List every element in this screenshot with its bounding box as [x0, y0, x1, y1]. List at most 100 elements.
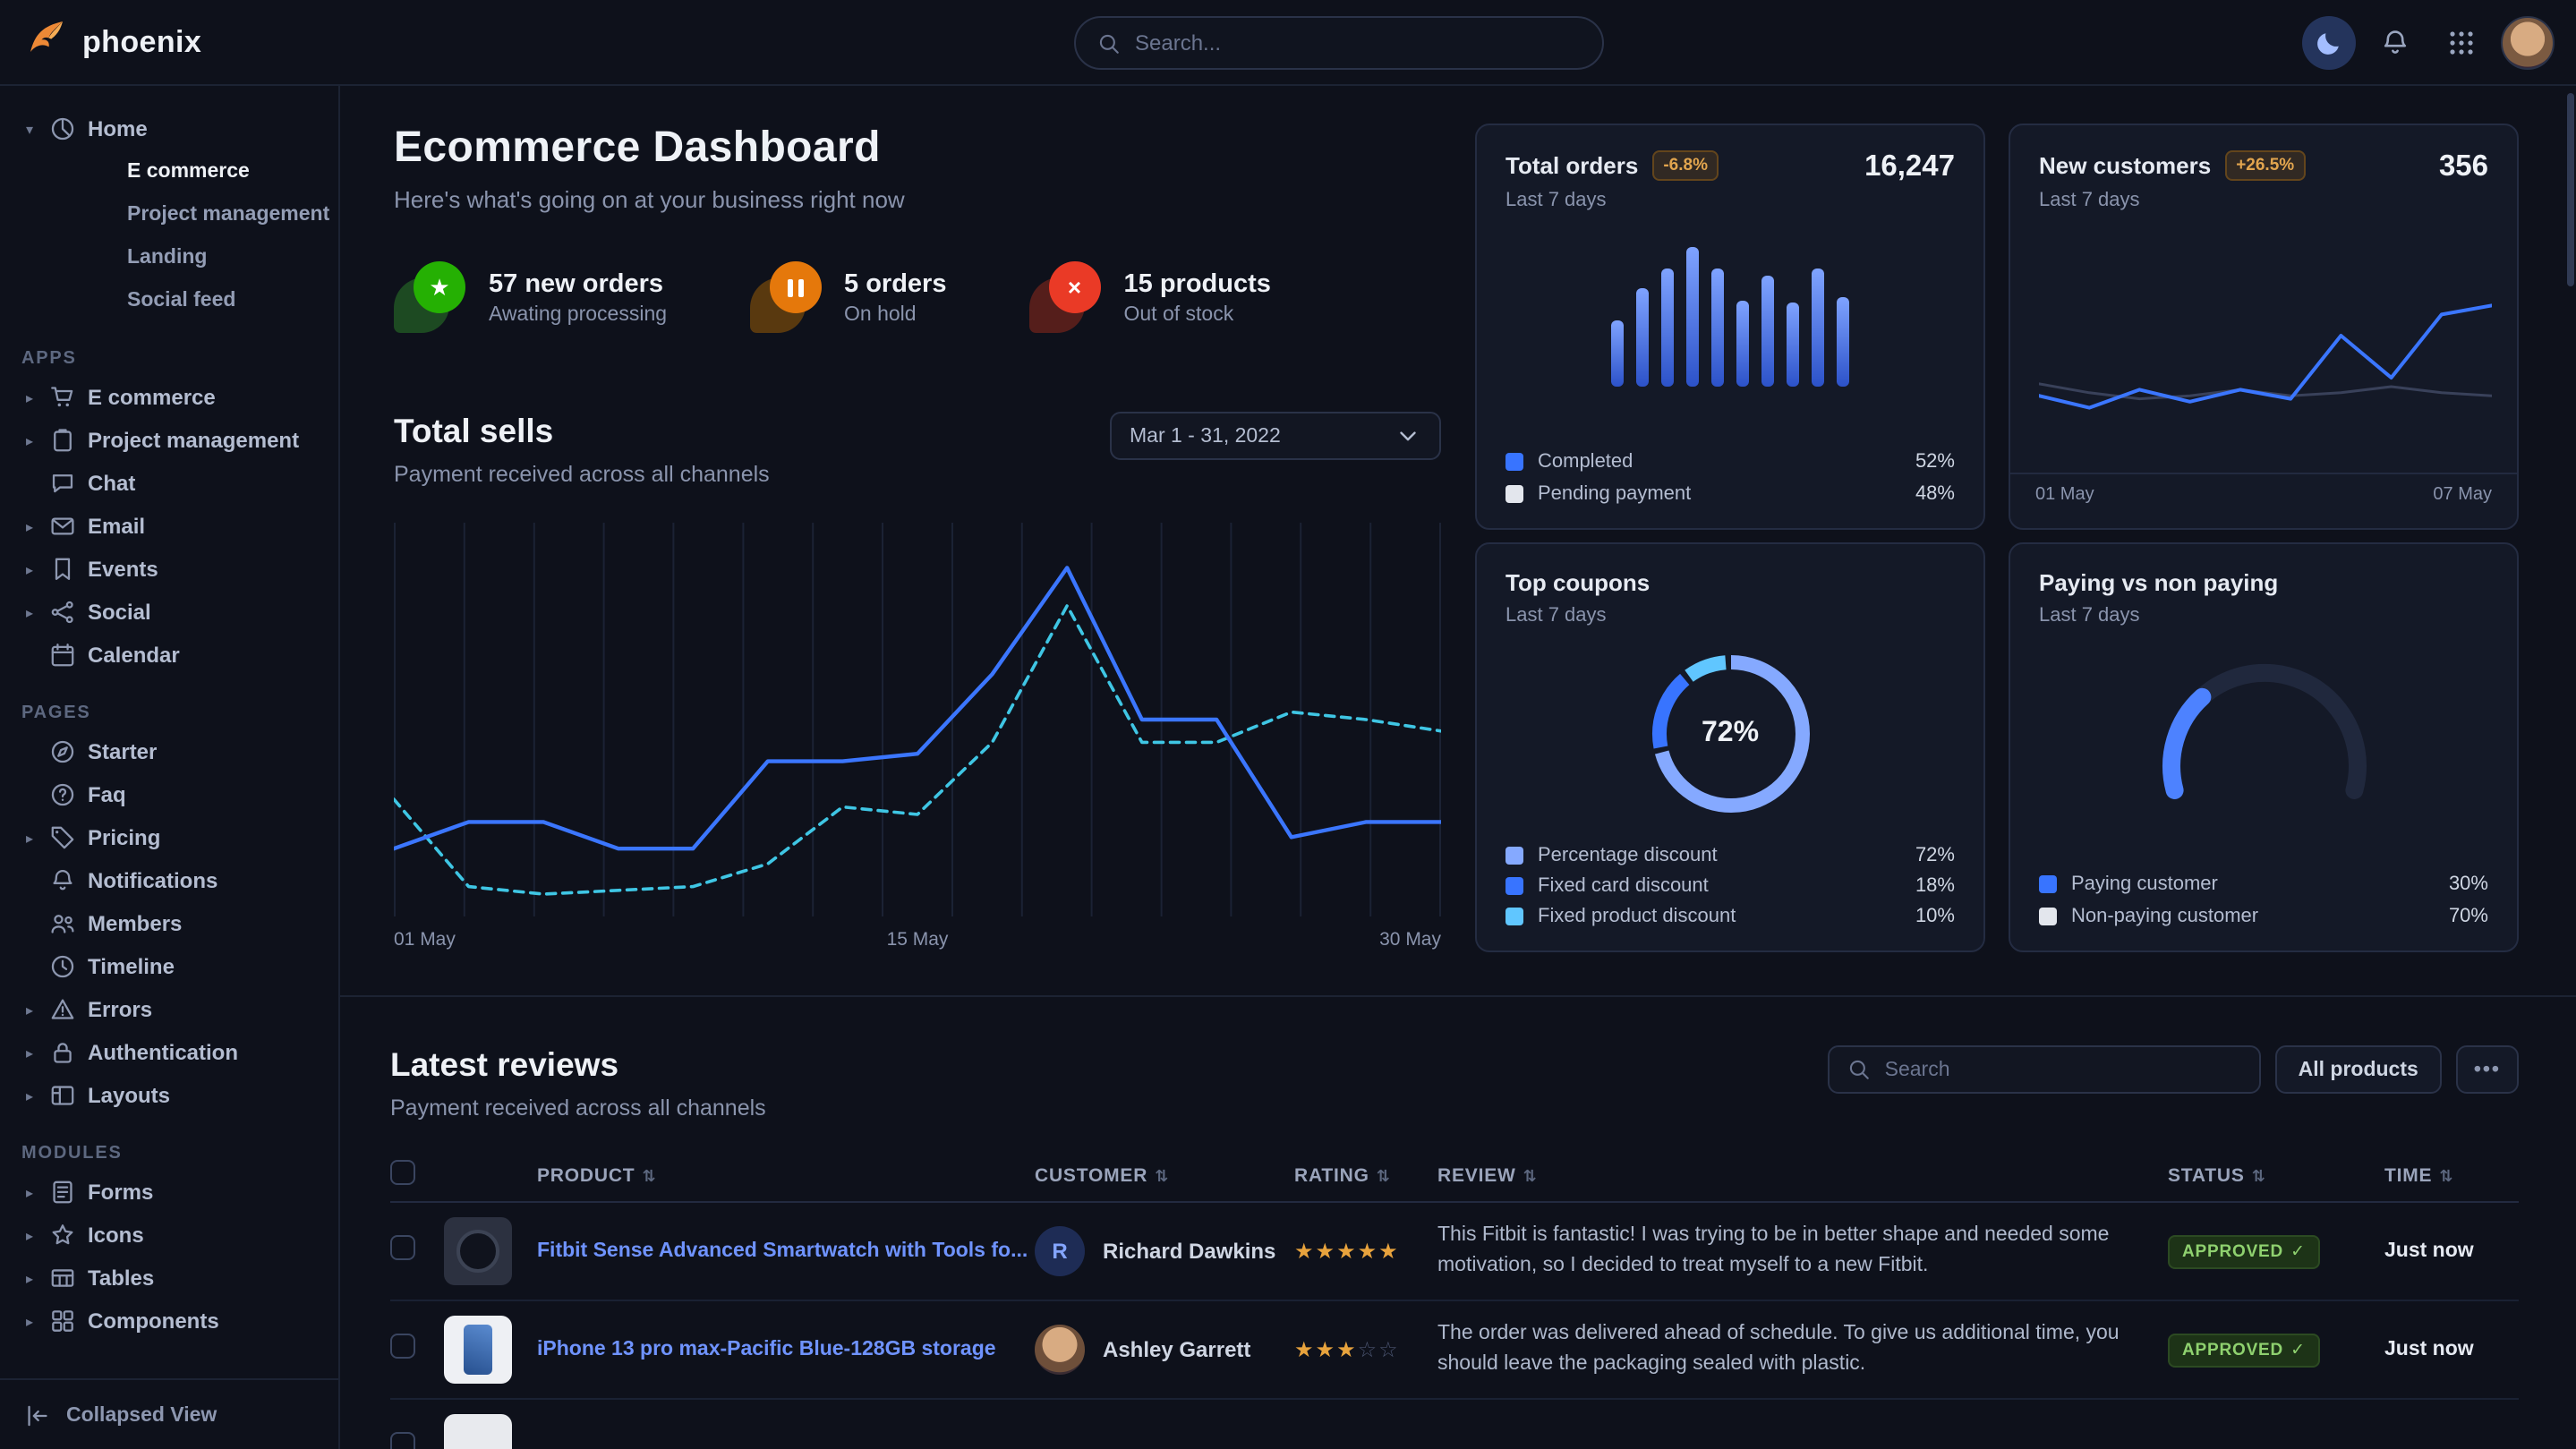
collapse-view-toggle[interactable]: Collapsed View — [0, 1378, 338, 1449]
card-head: Paying vs non paying Last 7 days — [2039, 569, 2488, 626]
legend-completed: Completed52% — [1506, 451, 1955, 473]
bar — [1636, 288, 1649, 387]
row-checkbox[interactable] — [390, 1333, 415, 1358]
date-range-select[interactable]: Mar 1 - 31, 2022 — [1110, 412, 1441, 460]
sidebar-item-project-management[interactable]: ▸Project management — [21, 419, 317, 462]
card-period: Last 7 days — [1506, 605, 1650, 626]
cell-status: APPROVED✓ — [2168, 1332, 2384, 1368]
paying-gauge-chart — [2138, 655, 2389, 805]
sidebar-item-landing[interactable]: Landing — [127, 236, 317, 279]
sidebar-item-e-commerce[interactable]: ▸E commerce — [21, 376, 317, 419]
sidebar-item-email[interactable]: ▸Email — [21, 505, 317, 548]
product-link[interactable]: iPhone 13 pro max-Pacific Blue-128GB sto… — [537, 1339, 1035, 1360]
cell-time: Just now — [2384, 1240, 2515, 1262]
sidebar-item-social-feed[interactable]: Social feed — [127, 279, 317, 322]
sort-icon: ⇅ — [2439, 1166, 2453, 1184]
reviews-search[interactable] — [1828, 1045, 2261, 1094]
more-options-button[interactable]: ••• — [2456, 1045, 2519, 1094]
star-empty-icon: ☆ — [1378, 1337, 1400, 1362]
sidebar-item-project-management[interactable]: Project management — [127, 193, 317, 236]
sidebar-item-forms[interactable]: ▸Forms — [21, 1171, 317, 1214]
sidebar-item-authentication[interactable]: ▸Authentication — [21, 1031, 317, 1074]
col-rating[interactable]: RATING⇅ — [1294, 1164, 1437, 1186]
sidebar-item-layouts[interactable]: ▸Layouts — [21, 1074, 317, 1117]
star-filled-icon: ★ — [1378, 1239, 1400, 1264]
star-icon: ★ — [414, 261, 465, 313]
sidebar-item-tables[interactable]: ▸Tables — [21, 1257, 317, 1300]
reviews-search-input[interactable] — [1885, 1059, 2241, 1080]
bookmark-icon — [50, 557, 75, 582]
sidebar-item-events[interactable]: ▸Events — [21, 548, 317, 591]
row-checkbox[interactable] — [390, 1431, 415, 1449]
sort-icon: ⇅ — [1523, 1166, 1538, 1184]
theme-toggle-button[interactable] — [2302, 16, 2356, 70]
dashboard-left-column: Ecommerce Dashboard Here's what's going … — [394, 124, 1441, 995]
customer-cell: Ashley Garrett — [1035, 1325, 1294, 1375]
sidebar-item-e-commerce[interactable]: E commerce — [127, 150, 317, 193]
users-icon — [50, 911, 75, 936]
col-customer[interactable]: CUSTOMER⇅ — [1035, 1164, 1294, 1186]
sidebar-item-label: Authentication — [88, 1040, 238, 1065]
reviews-table-header: PRODUCT⇅ CUSTOMER⇅ RATING⇅ REVIEW⇅ STATU… — [390, 1149, 2519, 1203]
row-checkbox[interactable] — [390, 1234, 415, 1259]
bell-icon — [2381, 29, 2410, 57]
status-label: APPROVED — [2182, 1341, 2283, 1360]
search-input[interactable] — [1135, 30, 1581, 55]
legend-label: Paying customer — [2071, 874, 2218, 895]
sidebar-item-label: Starter — [88, 739, 157, 764]
sidebar-item-faq[interactable]: Faq — [21, 773, 317, 816]
cell-thumbnail — [444, 1316, 537, 1384]
product-thumbnail — [444, 1316, 512, 1384]
notifications-button[interactable] — [2368, 16, 2422, 70]
sidebar-item-pricing[interactable]: ▸Pricing — [21, 816, 317, 859]
col-product[interactable]: PRODUCT⇅ — [537, 1164, 1035, 1186]
legend-swatch — [1506, 877, 1523, 895]
legend-non-paying-customer: Non-paying customer70% — [2039, 906, 2488, 927]
total-orders-bar-chart — [1611, 243, 1849, 387]
sidebar-item-members[interactable]: Members — [21, 902, 317, 945]
col-review[interactable]: REVIEW⇅ — [1437, 1164, 2168, 1186]
legend-label: Non-paying customer — [2071, 906, 2258, 927]
sidebar-item-label: Faq — [88, 782, 126, 807]
sidebar-section-modules: MODULES — [21, 1144, 317, 1163]
col-time[interactable]: TIME⇅ — [2384, 1164, 2515, 1186]
stats-row: ★57 new ordersAwating processing5 orders… — [394, 261, 1441, 333]
product-link[interactable]: Fitbit Sense Advanced Smartwatch with To… — [537, 1240, 1035, 1262]
sidebar-item-starter[interactable]: Starter — [21, 730, 317, 773]
sidebar-item-chat[interactable]: Chat — [21, 462, 317, 505]
caret-right-icon: ▸ — [21, 1227, 38, 1243]
all-products-button[interactable]: All products — [2275, 1045, 2442, 1094]
cell-product: Fitbit Sense Advanced Smartwatch with To… — [537, 1240, 1035, 1262]
card-new-customers: New customers +26.5% Last 7 days 356 01 … — [2009, 124, 2519, 530]
sidebar-section-pages: PAGES — [21, 703, 317, 723]
global-search[interactable] — [1074, 16, 1604, 70]
card-head: Top coupons Last 7 days — [1506, 569, 1955, 626]
card-top-coupons: Top coupons Last 7 days 72% Percentage d… — [1475, 542, 1985, 952]
sidebar-item-timeline[interactable]: Timeline — [21, 945, 317, 988]
col-status[interactable]: STATUS⇅ — [2168, 1164, 2384, 1186]
user-avatar[interactable] — [2501, 16, 2555, 70]
status-badge: APPROVED✓ — [2168, 1235, 2320, 1269]
sidebar-section-apps: APPS — [21, 349, 317, 369]
cell-time: Just now — [2384, 1339, 2515, 1360]
share-icon — [50, 600, 75, 625]
rating-stars: ★★★★★ — [1294, 1235, 1400, 1266]
sidebar-item-errors[interactable]: ▸Errors — [21, 988, 317, 1031]
sidebar-item-home[interactable]: ▾Home — [21, 107, 317, 150]
select-all-checkbox[interactable] — [390, 1160, 415, 1185]
shapes-icon — [50, 1223, 75, 1248]
sidebar-item-icons[interactable]: ▸Icons — [21, 1214, 317, 1257]
sidebar-home-children: E commerceProject managementLandingSocia… — [21, 150, 317, 322]
sidebar-item-notifications[interactable]: Notifications — [21, 859, 317, 902]
scrollbar-thumb[interactable] — [2567, 93, 2574, 286]
sidebar-item-components[interactable]: ▸Components — [21, 1300, 317, 1342]
sidebar-item-calendar[interactable]: Calendar — [21, 634, 317, 677]
cell-thumbnail — [444, 1414, 537, 1449]
apps-grid-button[interactable] — [2435, 16, 2488, 70]
brand[interactable]: phoenix — [25, 16, 201, 68]
check-icon: ✓ — [2290, 1242, 2306, 1262]
sidebar-item-social[interactable]: ▸Social — [21, 591, 317, 634]
table-row: iPhone 13 pro max-Pacific Blue-128GB sto… — [390, 1301, 2519, 1400]
stat-caption: On hold — [844, 303, 946, 325]
tag-icon — [50, 825, 75, 850]
